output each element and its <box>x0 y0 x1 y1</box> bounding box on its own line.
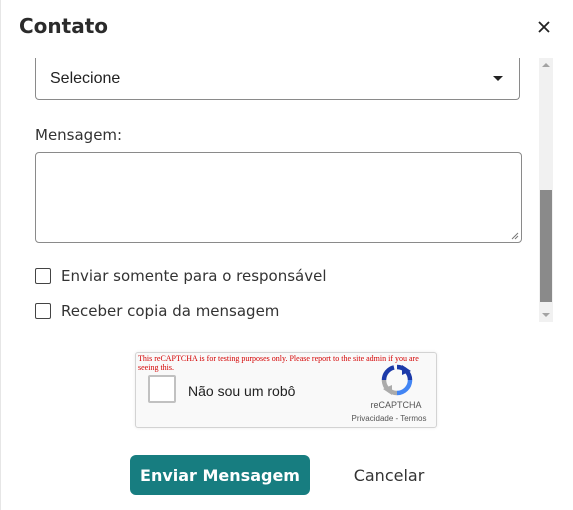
form-scroll-area: Selecione Mensagem: Enviar somente para … <box>1 58 554 320</box>
only-responsible-checkbox-row[interactable]: Enviar somente para o responsável <box>35 266 327 286</box>
recaptcha-label: Não sou um robô <box>188 383 296 399</box>
select-value: Selecione <box>50 69 121 87</box>
recaptcha-links[interactable]: Privacidade - Termos <box>344 414 434 423</box>
recaptcha-checkbox[interactable] <box>148 375 176 403</box>
cancel-button[interactable]: Cancelar <box>339 455 439 495</box>
scroll-up-icon[interactable] <box>542 63 550 67</box>
scroll-down-icon[interactable] <box>542 313 550 317</box>
close-button[interactable] <box>533 16 555 38</box>
send-message-button[interactable]: Enviar Mensagem <box>130 455 310 495</box>
recaptcha-widget: This reCAPTCHA is for testing purposes o… <box>135 352 437 428</box>
message-label: Mensagem: <box>35 126 123 144</box>
form-scrollbar[interactable] <box>539 58 553 322</box>
only-responsible-checkbox[interactable] <box>35 268 51 284</box>
receive-copy-label: Receber copia da mensagem <box>61 302 280 320</box>
contact-modal: Contato Selecione Mensagem: Enviar somen… <box>0 0 573 510</box>
receive-copy-checkbox-row[interactable]: Receber copia da mensagem <box>35 301 279 320</box>
caret-down-icon <box>493 76 503 81</box>
close-icon <box>538 21 550 33</box>
resize-grip-icon[interactable] <box>511 232 519 240</box>
recaptcha-brand: reCAPTCHA <box>370 400 422 410</box>
modal-title: Contato <box>19 14 109 38</box>
message-textarea[interactable] <box>35 152 522 243</box>
subject-select[interactable]: Selecione <box>35 58 520 100</box>
only-responsible-label: Enviar somente para o responsável <box>61 267 327 285</box>
scroll-thumb[interactable] <box>540 190 552 302</box>
receive-copy-checkbox[interactable] <box>35 303 51 319</box>
recaptcha-logo-icon <box>381 364 413 396</box>
